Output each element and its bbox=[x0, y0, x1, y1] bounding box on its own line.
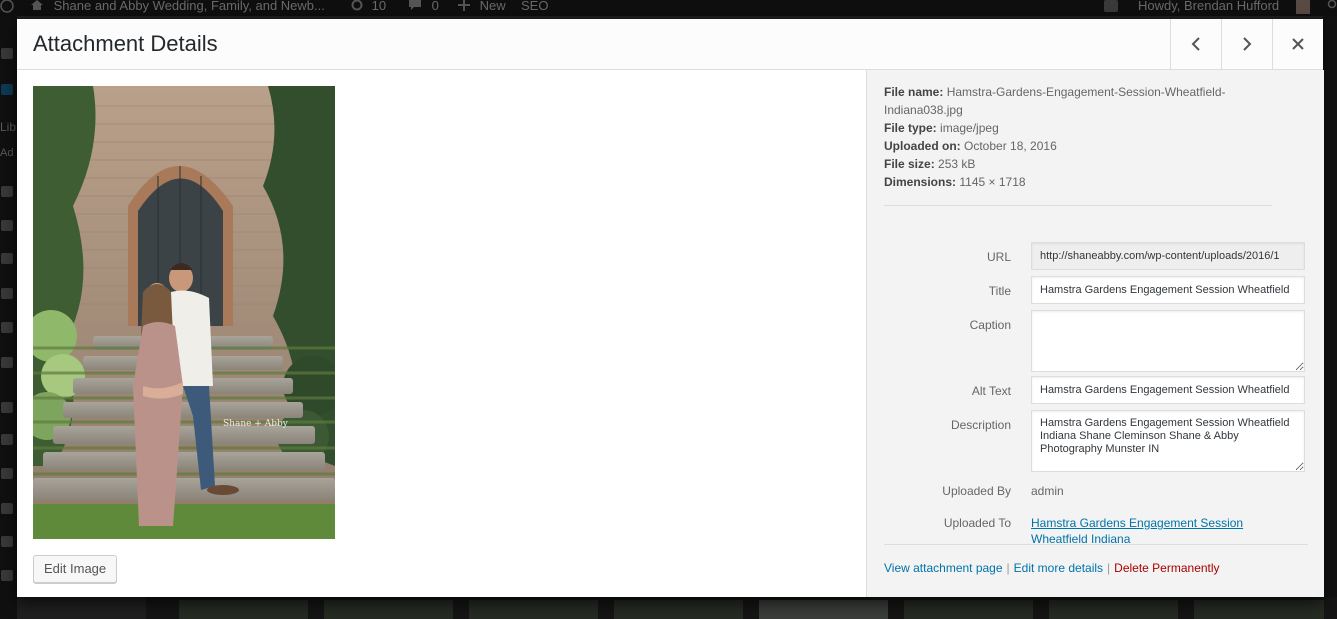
caption-label: Caption bbox=[969, 318, 1011, 332]
media-thumbnail[interactable] bbox=[759, 600, 888, 619]
menu-add-partial[interactable]: Ad bbox=[0, 147, 13, 159]
feed-icon[interactable] bbox=[1, 536, 13, 547]
pin-icon[interactable] bbox=[1, 48, 13, 59]
url-field[interactable] bbox=[1031, 242, 1305, 270]
attachment-media-view: Shane + Abby Edit Image bbox=[17, 70, 865, 597]
delete-permanently-link[interactable]: Delete Permanently bbox=[1114, 561, 1219, 575]
admin-bar-new[interactable]: New bbox=[458, 0, 506, 12]
action-separator: | bbox=[1006, 561, 1010, 575]
file-type-row: File type: image/jpeg bbox=[884, 119, 1274, 137]
title-field[interactable] bbox=[1031, 276, 1305, 304]
uploaded-to-value: Hamstra Gardens Engagement Session Wheat… bbox=[1031, 515, 1291, 547]
attachment-info-sidebar: File name: Hamstra-Gardens-Engagement-Se… bbox=[866, 70, 1324, 597]
new-label: New bbox=[479, 0, 506, 13]
admin-bar-site-name: Shane and Abby Wedding, Family, and Newb… bbox=[53, 0, 325, 13]
link-icon[interactable] bbox=[1, 186, 13, 197]
updates-icon bbox=[350, 0, 368, 13]
file-name-row: File name: Hamstra-Gardens-Engagement-Se… bbox=[884, 83, 1274, 119]
pages-icon[interactable] bbox=[1, 220, 13, 231]
analytics-icon[interactable] bbox=[1, 402, 13, 413]
wordpress-logo-icon[interactable] bbox=[0, 0, 16, 15]
media-thumbnail[interactable] bbox=[1049, 600, 1178, 619]
comments-count: 0 bbox=[431, 0, 439, 13]
photo-watermark: Shane + Abby bbox=[223, 419, 289, 429]
forms-icon[interactable] bbox=[1, 288, 13, 299]
admin-bar-comments[interactable]: 0 bbox=[408, 0, 439, 12]
edit-image-button[interactable]: Edit Image bbox=[33, 555, 118, 583]
description-label: Description bbox=[950, 418, 1011, 432]
comments-menu-icon[interactable] bbox=[1, 253, 13, 264]
uploaded-on-value: October 18, 2016 bbox=[964, 139, 1057, 153]
updates-count: 10 bbox=[371, 0, 387, 13]
media-thumbnail[interactable] bbox=[469, 600, 598, 619]
tools-icon[interactable] bbox=[1, 434, 13, 445]
file-name-label: File name: bbox=[884, 85, 944, 99]
users-icon[interactable] bbox=[1, 468, 13, 479]
search-icon[interactable] bbox=[1327, 0, 1337, 13]
action-separator: | bbox=[1107, 561, 1111, 575]
file-type-label: File type: bbox=[884, 121, 937, 135]
file-size-row: File size: 253 kB bbox=[884, 155, 1274, 173]
media-icon[interactable] bbox=[1, 84, 13, 95]
media-thumbnail[interactable] bbox=[614, 600, 743, 619]
modal-title: Attachment Details bbox=[33, 31, 218, 56]
settings-icon[interactable] bbox=[1, 357, 13, 368]
uploaded-to-label: Uploaded To bbox=[943, 516, 1011, 530]
comments-icon bbox=[408, 0, 426, 13]
file-size-value: 253 kB bbox=[938, 157, 976, 171]
file-type-value: image/jpeg bbox=[940, 121, 999, 135]
caption-field[interactable] bbox=[1031, 310, 1305, 372]
uploaded-on-label: Uploaded on: bbox=[884, 139, 961, 153]
dimensions-label: Dimensions: bbox=[884, 175, 957, 189]
dimensions-value: 1145 × 1718 bbox=[959, 175, 1026, 189]
media-thumbnail[interactable] bbox=[904, 600, 1033, 619]
admin-bar-howdy[interactable]: Howdy, Brendan Hufford bbox=[1138, 0, 1279, 12]
title-label: Title bbox=[988, 284, 1011, 298]
file-details: File name: Hamstra-Gardens-Engagement-Se… bbox=[884, 83, 1274, 191]
media-thumbnail[interactable] bbox=[324, 600, 453, 619]
attachment-actions: View attachment page | Edit more details | D… bbox=[884, 560, 1220, 576]
next-attachment-button[interactable] bbox=[1221, 19, 1272, 69]
home-icon bbox=[30, 0, 48, 13]
plugins-icon[interactable] bbox=[1, 503, 13, 514]
admin-sidebar-menu: Lib Ad bbox=[0, 16, 17, 619]
appearance-icon[interactable] bbox=[1, 322, 13, 333]
uploaded-by-label: Uploaded By bbox=[942, 484, 1011, 498]
previous-attachment-button[interactable] bbox=[1170, 19, 1221, 69]
uploaded-to-link[interactable]: Hamstra Gardens Engagement Session Wheat… bbox=[1031, 516, 1243, 546]
chevron-left-icon bbox=[1190, 36, 1202, 52]
divider bbox=[884, 205, 1272, 206]
overlay-edge bbox=[1323, 16, 1337, 619]
dimensions-row: Dimensions: 1145 × 1718 bbox=[884, 173, 1274, 191]
url-label: URL bbox=[986, 250, 1011, 264]
divider bbox=[884, 544, 1308, 545]
admin-bar-updates[interactable]: 10 bbox=[350, 0, 386, 12]
admin-bar-seo[interactable]: SEO bbox=[521, 0, 548, 12]
admin-bar: Shane and Abby Wedding, Family, and Newb… bbox=[0, 0, 1337, 16]
attachment-image: Shane + Abby bbox=[33, 86, 335, 539]
close-modal-button[interactable] bbox=[1272, 19, 1323, 69]
alt-text-field[interactable] bbox=[1031, 376, 1305, 404]
plus-icon bbox=[458, 0, 474, 13]
chevron-right-icon bbox=[1241, 36, 1253, 52]
uploaded-by-value: admin bbox=[1031, 484, 1064, 498]
collapse-icon[interactable] bbox=[1, 570, 13, 581]
menu-library-partial[interactable]: Lib bbox=[0, 120, 16, 134]
edit-more-details-link[interactable]: Edit more details bbox=[1014, 561, 1103, 575]
attachment-details-modal: Attachment Details Shane + Abby Edit Ima… bbox=[17, 19, 1324, 597]
alt-text-label: Alt Text bbox=[971, 384, 1011, 398]
file-size-label: File size: bbox=[884, 157, 935, 171]
admin-bar-site-link[interactable]: Shane and Abby Wedding, Family, and Newb… bbox=[30, 0, 325, 12]
media-thumbnail[interactable] bbox=[179, 600, 308, 619]
avatar[interactable] bbox=[1296, 0, 1310, 14]
modal-header: Attachment Details bbox=[17, 19, 1323, 70]
notification-icon[interactable] bbox=[1104, 0, 1118, 12]
close-icon bbox=[1291, 37, 1305, 51]
description-field[interactable]: Hamstra Gardens Engagement Session Wheat… bbox=[1031, 410, 1305, 472]
media-library-grid bbox=[146, 597, 1337, 619]
uploaded-on-row: Uploaded on: October 18, 2016 bbox=[884, 137, 1274, 155]
media-thumbnail[interactable] bbox=[1194, 600, 1324, 619]
view-attachment-page-link[interactable]: View attachment page bbox=[884, 561, 1003, 575]
